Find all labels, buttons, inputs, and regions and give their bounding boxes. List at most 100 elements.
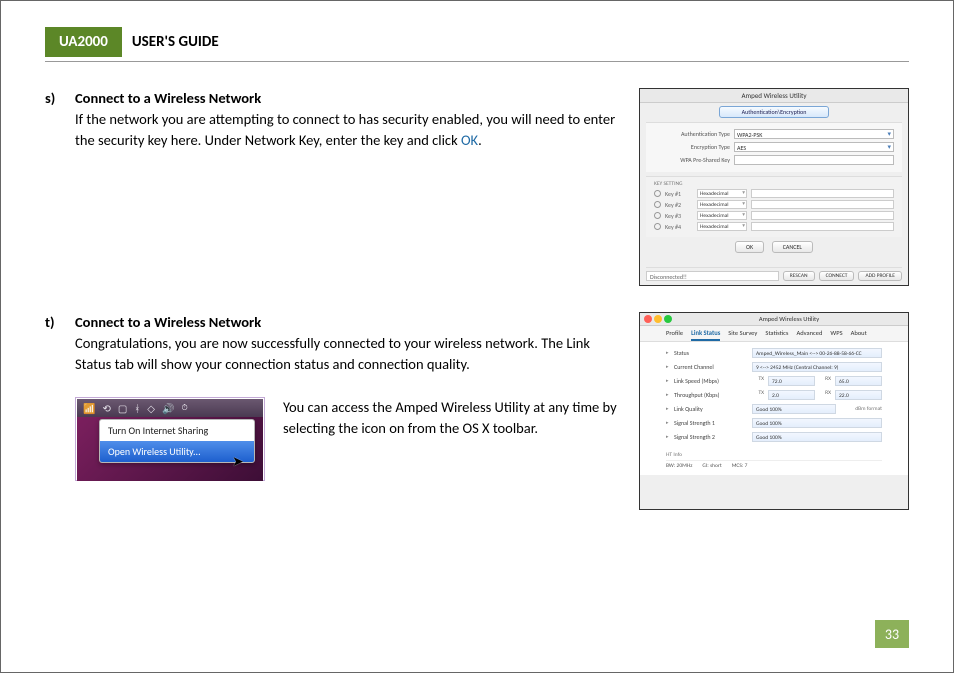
figA-addprofile-button[interactable]: ADD PROFILE	[858, 271, 902, 281]
chevron-icon: ▸	[666, 406, 674, 412]
chevron-icon: ▸	[666, 420, 674, 426]
figB-rx-speed: 65.0	[835, 376, 882, 386]
figB-channel-value: 9 <--> 2452 MHz (Central Channel: 9)	[752, 362, 882, 372]
toolbar-caption: You can access the Amped Wireless Utilit…	[283, 397, 621, 481]
figA-key4-input[interactable]	[751, 222, 894, 231]
figA-cancel-button[interactable]: CANCEL	[772, 241, 813, 253]
figA-key2-radio[interactable]	[654, 201, 661, 208]
figA-key4-radio[interactable]	[654, 223, 661, 230]
figB-tabstrip: Profile Link Status Site Survey Statisti…	[640, 326, 908, 342]
figA-tab-auth[interactable]: Authentication\Encryption	[719, 106, 829, 118]
page-header: UA2000 USER'S GUIDE	[45, 27, 909, 57]
figA-authtype-label: Authentication Type	[654, 130, 734, 138]
figA-key1-input[interactable]	[751, 189, 894, 198]
figB-tx-label: TX	[752, 376, 764, 386]
figure-link-status: Amped Wireless Utility Profile Link Stat…	[639, 312, 909, 510]
figB-sig1-value: Good 100%	[752, 418, 882, 428]
step-t-letter: t)	[45, 312, 75, 333]
chevron-icon: ▸	[666, 392, 674, 398]
figA-keysetting-label: KEY SETTING	[654, 181, 894, 187]
figB-tab-wps[interactable]: WPS	[830, 329, 842, 341]
figB-status-value: Amped_Wireless_Main <--> 00-26-88-58-66-…	[752, 348, 882, 358]
figB-rx-label2: RX	[819, 390, 831, 400]
step-s-body-post: .	[478, 131, 482, 149]
figA-key3-mode[interactable]: Hexadecimal	[697, 211, 747, 220]
figure-auth-encrypt: Amped Wireless Utility Authentication\En…	[639, 88, 909, 286]
step-s-body: If the network you are attempting to con…	[45, 109, 621, 151]
volume-icon: 🔊	[162, 402, 174, 415]
figB-ht-gi: GI: short	[702, 463, 721, 469]
guide-title: USER'S GUIDE	[122, 27, 219, 57]
step-t-body: Congratulations, you are now successfull…	[45, 333, 621, 375]
figB-tx-tp: 2.0	[768, 390, 815, 400]
figA-key3-radio[interactable]	[654, 212, 661, 219]
figA-key1-label: Key #1	[665, 190, 693, 198]
figB-dbm-label: dBm format	[836, 406, 882, 412]
figA-psk-input[interactable]	[734, 155, 894, 165]
figB-zoom-icon[interactable]	[664, 315, 672, 323]
sync-icon: ⟲	[102, 402, 110, 415]
figA-key4-mode[interactable]: Hexadecimal	[697, 222, 747, 231]
figA-key4-label: Key #4	[665, 223, 693, 231]
step-s-title: Connect to a Wireless Network	[75, 88, 261, 109]
figB-sig1-label: Signal Strength 1	[674, 419, 752, 427]
figA-rescan-button[interactable]: RESCAN	[783, 271, 815, 281]
page-number: 33	[875, 620, 909, 648]
figB-ht-head: HT Info	[666, 452, 882, 458]
bluetooth-icon: ᚼ	[134, 402, 140, 415]
figA-status: Disconnected!!	[646, 271, 779, 281]
chevron-icon: ▸	[666, 364, 674, 370]
figB-sig2-value: Good 100%	[752, 432, 882, 442]
model-badge: UA2000	[45, 27, 122, 57]
figB-close-icon[interactable]	[644, 315, 652, 323]
figA-enctype-select[interactable]: AES	[734, 142, 894, 152]
figA-key2-mode[interactable]: Hexadecimal	[697, 200, 747, 209]
figA-psk-label: WPA Pre-Shared Key	[654, 156, 734, 164]
figB-tx-label2: TX	[752, 390, 764, 400]
chevron-icon: ▸	[666, 378, 674, 384]
figB-min-icon[interactable]	[654, 315, 662, 323]
step-t-title: Connect to a Wireless Network	[75, 312, 261, 333]
figA-connect-button[interactable]: CONNECT	[819, 271, 855, 281]
figB-tab-about[interactable]: About	[851, 329, 867, 341]
figA-key3-label: Key #3	[665, 212, 693, 220]
figure-osx-menu: 📶 ⟲ ▢ ᚼ ◇ 🔊 ⏱ Turn On Internet Sharing O…	[75, 397, 265, 481]
display-icon: ▢	[118, 402, 127, 415]
chevron-icon: ▸	[666, 434, 674, 440]
figA-enctype-label: Encryption Type	[654, 143, 734, 151]
step-s-letter: s)	[45, 88, 75, 109]
figC-menu-sharing[interactable]: Turn On Internet Sharing	[100, 420, 254, 441]
clock-icon: ⏱	[181, 403, 187, 413]
figB-ht-mcs: MCS: 7	[732, 463, 748, 469]
figB-tab-profile[interactable]: Profile	[666, 329, 683, 341]
figB-rx-tp: 22.0	[835, 390, 882, 400]
figB-status-label: Status	[674, 349, 752, 357]
figA-key2-label: Key #2	[665, 201, 693, 209]
header-rule	[45, 61, 909, 62]
chevron-icon: ▸	[666, 350, 674, 356]
figB-throughput-label: Throughput (Kbps)	[674, 391, 752, 399]
wifi2-icon: ◇	[147, 402, 155, 415]
ok-link: OK	[461, 131, 478, 149]
figB-tab-sitesurvey[interactable]: Site Survey	[728, 329, 757, 341]
figC-menubar: 📶 ⟲ ▢ ᚼ ◇ 🔊 ⏱	[77, 399, 263, 417]
figB-rx-label: RX	[819, 376, 831, 386]
figA-authtype-select[interactable]: WPA2-PSK	[734, 129, 894, 139]
figA-key1-radio[interactable]	[654, 190, 661, 197]
figA-window-title: Amped Wireless Utility	[640, 89, 908, 103]
figB-linkq-label: Link Quality	[674, 405, 752, 413]
figB-linkq-value: Good 100%	[752, 404, 836, 414]
wifi-icon: 📶	[83, 402, 95, 415]
figB-linkspeed-label: Link Speed (Mbps)	[674, 377, 752, 385]
figB-ht-bw: BW: 20MHz	[666, 463, 692, 469]
figA-key2-input[interactable]	[751, 200, 894, 209]
step-s-body-pre: If the network you are attempting to con…	[75, 110, 615, 149]
figB-tab-advanced[interactable]: Advanced	[796, 329, 822, 341]
figC-menu-open-utility[interactable]: Open Wireless Utility...	[100, 441, 254, 462]
figB-tab-statistics[interactable]: Statistics	[765, 329, 788, 341]
figB-tab-linkstatus[interactable]: Link Status	[691, 329, 720, 341]
figA-key3-input[interactable]	[751, 211, 894, 220]
figA-key1-mode[interactable]: Hexadecimal	[697, 189, 747, 198]
figA-ok-button[interactable]: OK	[735, 241, 764, 253]
figB-window-title: Amped Wireless Utility	[674, 315, 904, 323]
